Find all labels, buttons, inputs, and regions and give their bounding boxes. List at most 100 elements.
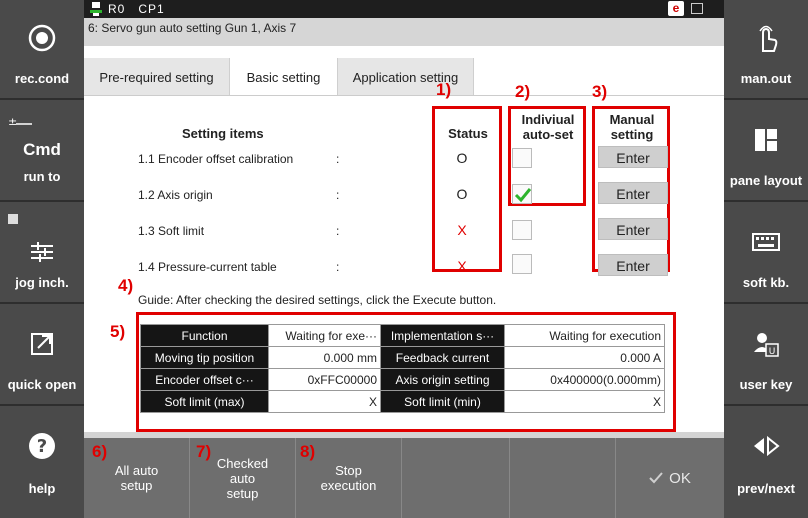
quick-open-button[interactable]: quick open bbox=[0, 306, 84, 406]
run-to-label: run to bbox=[23, 169, 61, 184]
ok-button[interactable]: OK bbox=[616, 438, 724, 518]
empty-button-1[interactable] bbox=[402, 438, 510, 518]
ok-label: OK bbox=[669, 469, 691, 487]
pane-layout-button[interactable]: pane layout bbox=[724, 102, 808, 202]
checked-auto-setup-label: Checked auto setup bbox=[216, 455, 269, 501]
table-cell-key: Soft limit (min) bbox=[380, 390, 505, 413]
bottom-toolbar: 6) All auto setup 7) Checked auto setup … bbox=[84, 438, 724, 518]
svg-text:?: ? bbox=[37, 436, 47, 457]
row-label: 1.1 Encoder offset calibration bbox=[138, 152, 294, 166]
execution-info-table: Function Waiting for exe··· Implementati… bbox=[140, 324, 665, 413]
table-row: Encoder offset c··· 0xFFC00000 Axis orig… bbox=[140, 368, 665, 391]
jog-inch-button[interactable]: jog inch. bbox=[0, 204, 84, 304]
marker-2: 2) bbox=[515, 82, 531, 101]
row-enter-button[interactable]: Enter bbox=[598, 218, 668, 240]
page-title: 6: Servo gun auto setting Gun 1, Axis 7 bbox=[84, 18, 724, 46]
help-label: help bbox=[28, 481, 56, 496]
help-button[interactable]: ? help bbox=[0, 408, 84, 518]
checkmark-icon bbox=[514, 188, 532, 203]
table-cell-key: Implementation s··· bbox=[380, 324, 505, 347]
row-status: O bbox=[456, 150, 468, 166]
status-bar: R0 CP1 e bbox=[84, 0, 724, 18]
rec-cond-label: rec.cond bbox=[14, 71, 70, 86]
marker-4: 4) bbox=[118, 276, 134, 295]
table-cell-key: Feedback current bbox=[380, 346, 505, 369]
autoset-header: Indiviual auto-set bbox=[521, 112, 575, 142]
row-colon: : bbox=[336, 260, 340, 274]
error-badge[interactable]: e bbox=[668, 1, 684, 16]
tab-pre-required[interactable]: Pre-required setting bbox=[84, 58, 230, 96]
tab-divider bbox=[84, 95, 724, 96]
table-row: Moving tip position 0.000 mm Feedback cu… bbox=[140, 346, 665, 369]
marker-5: 5) bbox=[110, 322, 126, 341]
robot-cp-label: R0 CP1 bbox=[108, 2, 165, 16]
row-label: 1.3 Soft limit bbox=[138, 224, 205, 238]
stop-execution-label: Stop execution bbox=[320, 463, 377, 493]
table-cell-key: Moving tip position bbox=[140, 346, 269, 369]
prev-next-label: prev/next bbox=[737, 481, 795, 496]
soft-kb-button[interactable]: soft kb. bbox=[724, 204, 808, 304]
man-out-button[interactable]: man.out bbox=[724, 0, 808, 100]
layout-icon bbox=[724, 122, 808, 158]
all-auto-setup-button[interactable]: 6) All auto setup bbox=[84, 438, 190, 518]
guide-text: Guide: After checking the desired settin… bbox=[138, 293, 497, 307]
man-out-label: man.out bbox=[740, 71, 792, 86]
all-auto-setup-label: All auto setup bbox=[114, 463, 159, 493]
row-label: 1.2 Axis origin bbox=[138, 188, 213, 202]
row-enter-button[interactable]: Enter bbox=[598, 254, 668, 276]
run-to-button[interactable]: ± Cmd run to bbox=[0, 102, 84, 202]
stop-execution-button[interactable]: 8) Stop execution bbox=[296, 438, 402, 518]
row-checkbox[interactable] bbox=[512, 254, 532, 274]
prev-next-icon bbox=[724, 428, 808, 464]
svg-text:±: ± bbox=[8, 115, 17, 128]
table-cell-key: Soft limit (max) bbox=[140, 390, 269, 413]
rec-cond-button[interactable]: rec.cond bbox=[0, 0, 84, 100]
empty-button-2[interactable] bbox=[510, 438, 616, 518]
marker-6: 6) bbox=[92, 442, 108, 461]
row-colon: : bbox=[336, 224, 340, 238]
table-cell-key: Encoder offset c··· bbox=[140, 368, 269, 391]
open-external-icon bbox=[0, 326, 84, 362]
table-row: Soft limit (max) X Soft limit (min) X bbox=[140, 390, 665, 413]
user-key-label: user key bbox=[739, 377, 793, 392]
table-cell-key: Function bbox=[140, 324, 269, 347]
quick-open-label: quick open bbox=[7, 377, 77, 392]
row-checkbox[interactable] bbox=[512, 184, 532, 204]
manual-setting-header: Manual setting bbox=[609, 112, 655, 142]
tab-basic-setting[interactable]: Basic setting bbox=[230, 58, 338, 96]
table-cell-value: 0.000 mm bbox=[268, 346, 381, 369]
table-row: Function Waiting for exe··· Implementati… bbox=[140, 324, 665, 347]
command-icon: ± bbox=[8, 114, 34, 128]
row-enter-button[interactable]: Enter bbox=[598, 182, 668, 204]
right-sidebar: man.out pane layout soft kb. U user key … bbox=[724, 0, 808, 518]
left-sidebar: rec.cond ± Cmd run to jog inch. quick op… bbox=[0, 0, 84, 518]
checked-auto-setup-button[interactable]: 7) Checked auto setup bbox=[190, 438, 296, 518]
table-cell-value: Waiting for execution bbox=[504, 324, 665, 347]
svg-text:U: U bbox=[769, 347, 776, 357]
check-icon bbox=[649, 472, 663, 484]
row-status: X bbox=[457, 258, 467, 274]
soft-kb-label: soft kb. bbox=[742, 275, 790, 290]
table-cell-value: X bbox=[504, 390, 665, 413]
table-cell-value: 0x400000(0.000mm) bbox=[504, 368, 665, 391]
row-checkbox[interactable] bbox=[512, 148, 532, 168]
battery-icon bbox=[691, 3, 703, 14]
user-key-icon: U bbox=[724, 326, 808, 362]
robot-icon bbox=[90, 2, 102, 19]
prev-next-button[interactable]: prev/next bbox=[724, 408, 808, 518]
pane-layout-label: pane layout bbox=[729, 173, 803, 188]
tab-application-setting[interactable]: Application setting bbox=[338, 58, 474, 96]
jog-inch-label: jog inch. bbox=[15, 275, 69, 290]
marker-1: 1) bbox=[436, 80, 452, 99]
marker-3: 3) bbox=[592, 82, 608, 101]
user-key-button[interactable]: U user key bbox=[724, 306, 808, 406]
row-enter-button[interactable]: Enter bbox=[598, 146, 668, 168]
indicator-square bbox=[8, 214, 18, 224]
row-checkbox[interactable] bbox=[512, 220, 532, 240]
sliders-icon bbox=[0, 234, 84, 270]
help-icon: ? bbox=[0, 428, 84, 464]
keyboard-icon bbox=[724, 224, 808, 260]
marker-7: 7) bbox=[196, 442, 212, 461]
table-cell-value: 0.000 A bbox=[504, 346, 665, 369]
row-colon: : bbox=[336, 152, 340, 166]
